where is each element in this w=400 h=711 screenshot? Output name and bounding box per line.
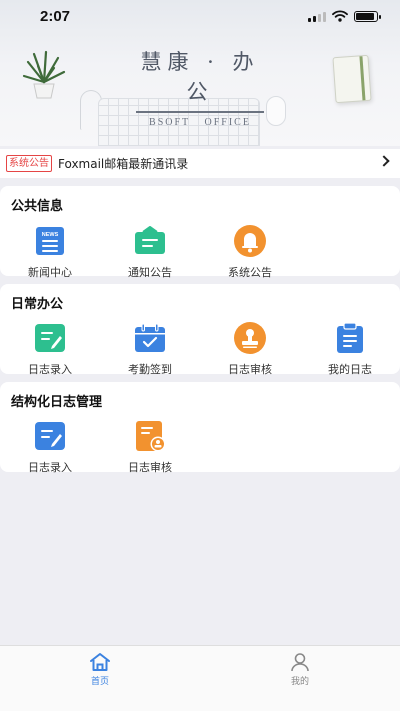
news-icon: NEWS — [33, 224, 67, 258]
log-entry-icon — [33, 321, 67, 355]
bottom-tab-bar: 首页 我的 — [0, 645, 400, 711]
notebook-decoration — [332, 54, 372, 104]
notice-bar[interactable]: 系统公告 Foxmail邮箱最新通讯录 — [0, 149, 400, 178]
brand-subtitle: BSOFT OFFICE — [149, 116, 251, 128]
grid-item-attendance[interactable]: 考勤签到 — [110, 321, 190, 377]
section-title: 结构化日志管理 — [11, 395, 103, 410]
grid-item-label: 日志录入 — [28, 461, 72, 474]
grid-item-label: 新闻中心 — [28, 266, 72, 279]
brand-divider — [136, 111, 264, 113]
grid-item-structured-log-review[interactable]: 日志审核 — [110, 419, 190, 475]
daily-office-card: 日常办公 日志录入 考勤签到 日志审核 我的日志 — [0, 284, 400, 377]
signal-icon — [308, 11, 326, 22]
user-icon — [291, 653, 309, 672]
grid-item-label: 日志录入 — [28, 363, 72, 376]
calendar-check-icon — [133, 321, 167, 355]
grid-item-log-entry[interactable]: 日志录入 — [10, 321, 90, 377]
grid-item-structured-log-entry[interactable]: 日志录入 — [10, 419, 90, 475]
grid-item-my-log[interactable]: 我的日志 — [310, 321, 390, 377]
grid-item-label: 通知公告 — [128, 266, 172, 279]
grid-item-log-review[interactable]: 日志审核 — [210, 321, 290, 377]
notice-icon — [133, 224, 167, 258]
tab-label: 首页 — [90, 677, 109, 687]
public-info-card: 公共信息 NEWS 新闻中心 通知公告 系统公告 — [0, 186, 400, 279]
grid-item-label: 系统公告 — [228, 266, 272, 279]
section-title: 公共信息 — [11, 199, 64, 214]
bell-icon — [233, 224, 267, 258]
brand-title: 慧康 · 办公 — [140, 50, 260, 104]
grid-item-notice[interactable]: 通知公告 — [110, 224, 190, 280]
brand-logo: 慧康 · 办公 BSOFT OFFICE — [130, 46, 270, 128]
status-time: 2:07 — [40, 8, 71, 25]
tab-mine[interactable]: 我的 — [270, 652, 330, 687]
grid-item-label: 我的日志 — [328, 363, 372, 376]
section-title: 日常办公 — [11, 297, 64, 312]
grid-item-news-center[interactable]: NEWS 新闻中心 — [10, 224, 90, 280]
header-banner: 2:07 慧康 · 办公 BSOFT OFFICE — [0, 0, 400, 146]
log-review-icon — [133, 419, 167, 453]
structured-log-card: 结构化日志管理 日志录入 日志审核 — [0, 382, 400, 475]
notice-text[interactable]: Foxmail邮箱最新通讯录 — [58, 155, 188, 172]
tab-home[interactable]: 首页 — [70, 652, 130, 687]
wifi-icon — [332, 10, 348, 22]
status-icons — [308, 10, 381, 22]
plant-decoration — [22, 50, 66, 99]
battery-icon — [354, 10, 381, 22]
log-entry-icon — [33, 419, 67, 453]
grid-item-label: 日志审核 — [228, 363, 272, 376]
grid-item-label: 考勤签到 — [128, 363, 172, 376]
home-icon — [90, 653, 110, 671]
grid-item-system-notice[interactable]: 系统公告 — [210, 224, 290, 280]
stamp-icon — [233, 321, 267, 355]
notice-tag: 系统公告 — [6, 155, 52, 172]
svg-text:NEWS: NEWS — [42, 232, 59, 238]
chevron-right-icon[interactable] — [378, 155, 390, 167]
clipboard-icon — [333, 321, 367, 355]
status-bar: 2:07 — [0, 0, 400, 34]
grid-item-label: 日志审核 — [128, 461, 172, 474]
tab-label: 我的 — [290, 677, 309, 687]
